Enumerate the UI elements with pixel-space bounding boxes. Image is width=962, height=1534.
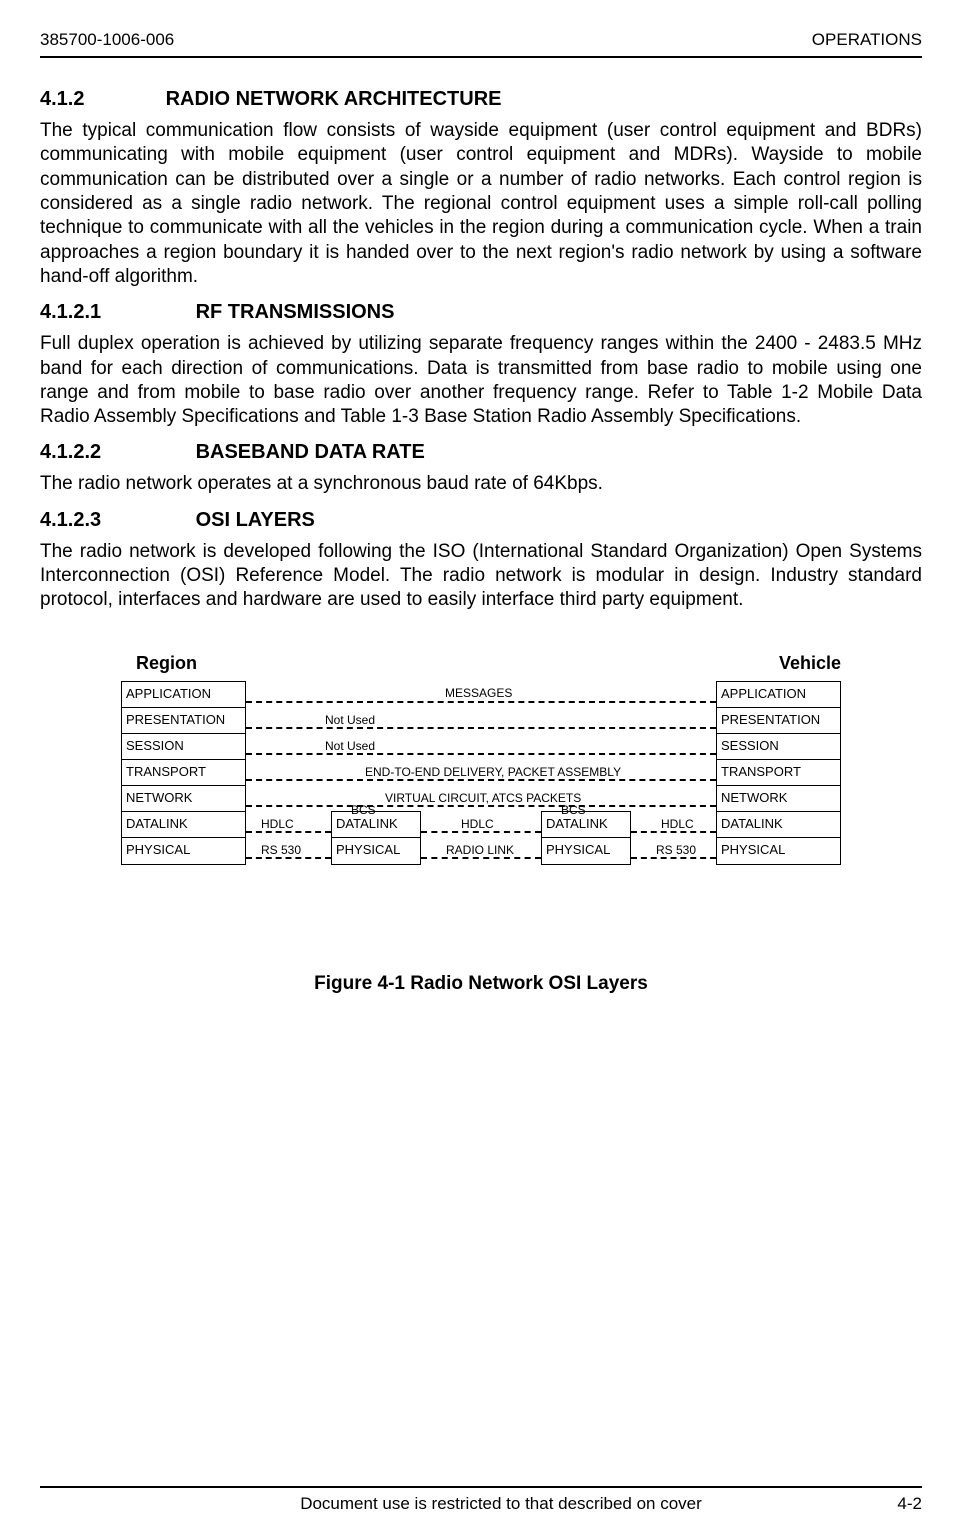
- heading-4-1-2-2: 4.1.2.2 BASEBAND DATA RATE: [40, 441, 922, 464]
- heading-number: 4.1.2.3: [40, 509, 190, 532]
- paragraph: Full duplex operation is achieved by uti…: [40, 332, 922, 429]
- radiolink-label: RADIO LINK: [446, 843, 514, 857]
- footer-center: Document use is restricted to that descr…: [140, 1494, 862, 1514]
- conn-label: Not Used: [321, 713, 379, 727]
- mid-stack-right: DATALINK PHYSICAL: [541, 811, 631, 865]
- layer: SESSION: [717, 734, 840, 760]
- dash-line: [246, 727, 716, 729]
- layer: DATALINK: [122, 812, 245, 838]
- hdlc-label: HDLC: [461, 817, 494, 831]
- layer: DATALINK: [542, 812, 630, 838]
- layer: NETWORK: [122, 786, 245, 812]
- figure-wrap: Region Vehicle APPLICATION PRESENTATION …: [40, 653, 922, 923]
- vehicle-stack: APPLICATION PRESENTATION SESSION TRANSPO…: [716, 681, 841, 865]
- dash-line: [631, 831, 716, 833]
- paragraph: The radio network operates at a synchron…: [40, 472, 922, 496]
- footer-page-number: 4-2: [862, 1494, 922, 1514]
- layer: PRESENTATION: [122, 708, 245, 734]
- heading-number: 4.1.2: [40, 88, 160, 111]
- conn-label: VIRTUAL CIRCUIT, ATCS PACKETS: [381, 791, 585, 805]
- heading-4-1-2-1: 4.1.2.1 RF TRANSMISSIONS: [40, 301, 922, 324]
- dash-line: [246, 857, 331, 859]
- rs530-label: RS 530: [656, 843, 696, 857]
- heading-title: OSI LAYERS: [196, 509, 315, 531]
- conn-label: Not Used: [321, 739, 379, 753]
- heading-4-1-2: 4.1.2 RADIO NETWORK ARCHITECTURE: [40, 88, 922, 111]
- conn-label: END-TO-END DELIVERY, PACKET ASSEMBLY: [361, 765, 625, 779]
- conn-label: MESSAGES: [441, 686, 516, 700]
- rs530-label: RS 530: [261, 843, 301, 857]
- hdlc-label: HDLC: [661, 817, 694, 831]
- dash-line: [246, 805, 716, 807]
- heading-4-1-2-3: 4.1.2.3 OSI LAYERS: [40, 509, 922, 532]
- layer: PRESENTATION: [717, 708, 840, 734]
- layer: APPLICATION: [122, 682, 245, 708]
- region-label: Region: [136, 653, 197, 674]
- paragraph: The typical communication flow consists …: [40, 119, 922, 289]
- region-stack: APPLICATION PRESENTATION SESSION TRANSPO…: [121, 681, 246, 865]
- vehicle-label: Vehicle: [779, 653, 841, 674]
- heading-title: BASEBAND DATA RATE: [196, 441, 425, 463]
- dash-line: [421, 831, 541, 833]
- layer: SESSION: [122, 734, 245, 760]
- layer: PHYSICAL: [122, 838, 245, 864]
- layer: DATALINK: [717, 812, 840, 838]
- doc-section: OPERATIONS: [812, 30, 922, 50]
- dash-line: [421, 857, 541, 859]
- dash-line: [246, 753, 716, 755]
- doc-number: 385700-1006-006: [40, 30, 174, 50]
- bcs-label: BCS: [561, 803, 586, 817]
- mid-stack-left: DATALINK PHYSICAL: [331, 811, 421, 865]
- dash-line: [631, 857, 716, 859]
- layer: PHYSICAL: [717, 838, 840, 864]
- paragraph: The radio network is developed following…: [40, 540, 922, 613]
- heading-title: RF TRANSMISSIONS: [196, 301, 395, 323]
- heading-number: 4.1.2.1: [40, 301, 190, 324]
- heading-number: 4.1.2.2: [40, 441, 190, 464]
- layer: APPLICATION: [717, 682, 840, 708]
- layer: TRANSPORT: [122, 760, 245, 786]
- osi-diagram: Region Vehicle APPLICATION PRESENTATION …: [121, 653, 841, 923]
- layer: PHYSICAL: [542, 838, 630, 864]
- heading-title: RADIO NETWORK ARCHITECTURE: [166, 88, 502, 110]
- footer-left: [40, 1494, 140, 1514]
- layer: PHYSICAL: [332, 838, 420, 864]
- figure-caption: Figure 4-1 Radio Network OSI Layers: [40, 973, 922, 995]
- hdlc-label: HDLC: [261, 817, 294, 831]
- layer: NETWORK: [717, 786, 840, 812]
- layer: DATALINK: [332, 812, 420, 838]
- page-content: 4.1.2 RADIO NETWORK ARCHITECTURE The typ…: [40, 76, 922, 1486]
- page-header: 385700-1006-006 OPERATIONS: [40, 30, 922, 58]
- layer: TRANSPORT: [717, 760, 840, 786]
- bcs-label: BCS: [351, 803, 376, 817]
- dash-line: [246, 779, 716, 781]
- page-footer: Document use is restricted to that descr…: [40, 1486, 922, 1514]
- dash-line: [246, 831, 331, 833]
- dash-line: [246, 701, 716, 703]
